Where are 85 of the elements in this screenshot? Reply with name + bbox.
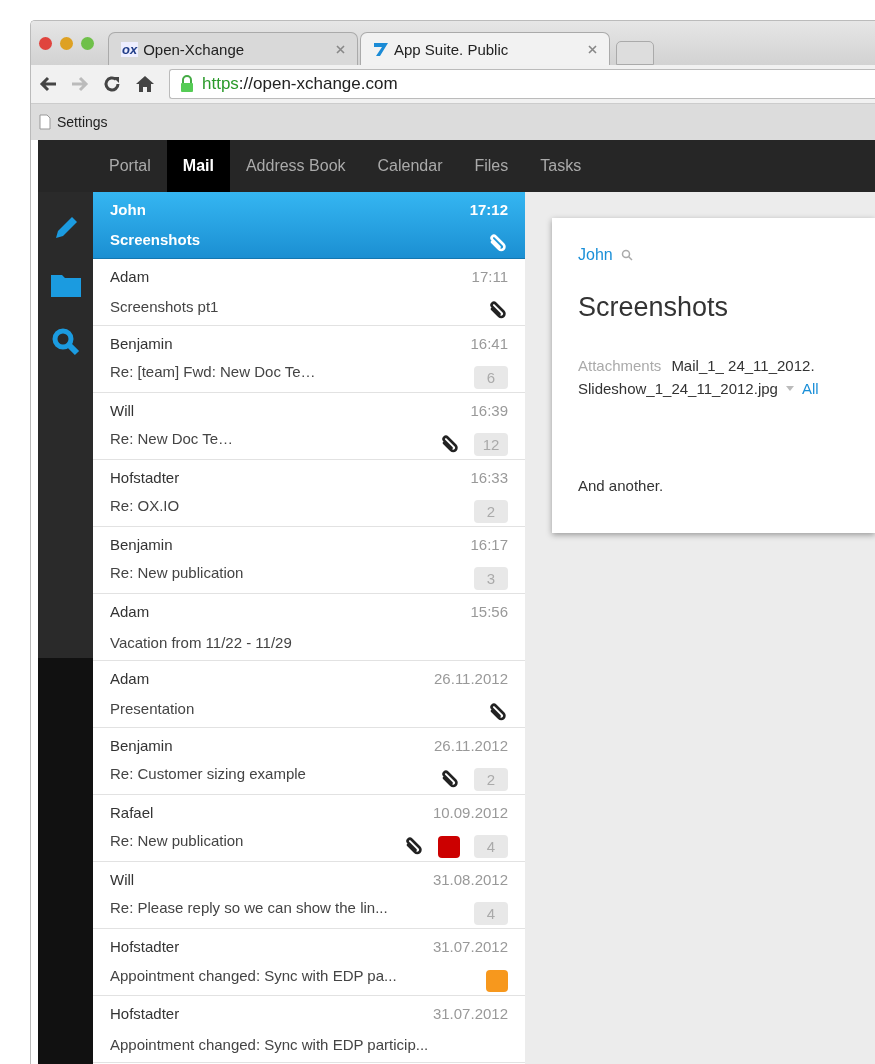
- mail-body-text: And another.: [578, 477, 665, 494]
- address-bar[interactable]: https://open-xchange.com: [169, 69, 875, 99]
- mail-subject: Re: New publication: [110, 564, 245, 583]
- padlock-icon: [180, 75, 194, 93]
- mail-subject: Re: New Doc Te…: [110, 430, 235, 449]
- site-logo: ox: [121, 41, 139, 57]
- zoom-window-icon[interactable]: [81, 36, 94, 50]
- search-icon[interactable]: [620, 249, 633, 261]
- sender-name: Adam: [110, 670, 151, 689]
- mail-time: 31.07.2012: [432, 1005, 508, 1024]
- mail-time: 16:33: [470, 469, 508, 488]
- sender-name: Hofstadter: [110, 1005, 181, 1024]
- site-logo-icon: [373, 41, 389, 57]
- mail-time: 26.11.2012: [434, 670, 508, 689]
- sender-name: Will: [110, 402, 136, 421]
- close-tab-icon[interactable]: [336, 44, 345, 54]
- thread-count: 12: [474, 433, 508, 456]
- close-window-icon[interactable]: [39, 36, 52, 50]
- home-icon[interactable]: [135, 75, 155, 93]
- mail-subject: Screenshots: [110, 230, 202, 250]
- mail-time: 26.11.2012: [434, 737, 508, 756]
- mail-time: 31.07.2012: [432, 938, 508, 957]
- thread-count: 4: [474, 835, 508, 858]
- minimize-window-icon[interactable]: [60, 36, 73, 50]
- mail-time: 10.09.2012: [431, 804, 508, 823]
- mail-subject: Re: [team] Fwd: New Doc Te…: [110, 363, 317, 382]
- app-nav-tab[interactable]: Files: [458, 140, 525, 192]
- thread-count: 2: [474, 500, 508, 523]
- app-nav-tab[interactable]: Tasks: [524, 140, 598, 192]
- mail-subject: Re: Customer sizing example: [110, 765, 307, 784]
- mail-time: 17:12: [469, 201, 508, 220]
- sender-name: Adam: [110, 268, 151, 287]
- attachments-label: Attachments: [578, 357, 662, 374]
- sender-name: Hofstadter: [110, 469, 181, 488]
- mail-time: 16:39: [469, 402, 508, 421]
- mail-time: 17:11: [471, 268, 508, 287]
- attachment-link[interactable]: Slideshow_1_24_11_2012.jpg: [578, 380, 778, 397]
- url-scheme: https: [202, 74, 239, 93]
- mail-subject-heading: Screenshots: [578, 292, 730, 323]
- dropdown-caret-icon[interactable]: [785, 386, 794, 391]
- sender-name: Benjamin: [110, 536, 174, 555]
- sender-link[interactable]: John: [578, 246, 613, 264]
- mail-subject: Appointment changed: Sync with EDP particip...: [110, 1036, 430, 1055]
- mail-subject: Vacation from 11/22 - 11/29: [110, 634, 293, 653]
- mail-subject: Presentation: [110, 699, 196, 719]
- sender-name: Benjamin: [110, 335, 174, 354]
- attachment-link[interactable]: Mail_1_ 24_11_2012.: [671, 357, 815, 374]
- forward-arrow-icon[interactable]: [71, 76, 89, 92]
- app-nav-tab[interactable]: Portal: [93, 140, 167, 192]
- folder-icon[interactable]: [49, 272, 82, 298]
- new-tab-button[interactable]: [616, 41, 654, 65]
- sender-name: Will: [110, 871, 136, 890]
- mail-subject: Re: OX.IO: [110, 497, 181, 516]
- browser-tab[interactable]: App Suite. Public: [360, 32, 610, 65]
- mail-subject: Re: Please reply so we can show the lin...: [110, 899, 389, 918]
- reload-icon[interactable]: [103, 75, 121, 93]
- thread-count: 2: [474, 768, 508, 791]
- bookmark-link[interactable]: Settings: [57, 114, 108, 130]
- mail-subject: Screenshots pt1: [110, 297, 220, 317]
- thread-count: 4: [474, 902, 508, 925]
- app-nav-tab[interactable]: Address Book: [229, 140, 362, 192]
- thread-count: 6: [474, 366, 508, 389]
- sender-name: Rafael: [110, 804, 155, 823]
- sender-name: Hofstadter: [110, 938, 181, 957]
- close-tab-icon[interactable]: [588, 44, 597, 54]
- tab-title: App Suite. Public: [394, 40, 510, 58]
- mail-time: 31.08.2012: [432, 871, 508, 890]
- tab-title: Open-Xchange: [143, 40, 246, 58]
- app-nav-tab[interactable]: Calendar: [361, 140, 459, 192]
- sender-name: John: [110, 201, 147, 220]
- back-arrow-icon[interactable]: [39, 76, 57, 92]
- sender-name: Adam: [110, 603, 151, 622]
- thread-count: 3: [474, 567, 508, 590]
- app-nav-tab[interactable]: Mail: [166, 140, 230, 192]
- url-text: ://open-xchange.com: [238, 74, 398, 93]
- browser-tab[interactable]: ox Open-Xchange: [108, 32, 358, 65]
- page-icon: [39, 114, 51, 130]
- sender-name: Benjamin: [110, 737, 174, 756]
- mail-time: 15:56: [470, 603, 508, 622]
- mail-subject: Re: New publication: [110, 832, 245, 851]
- mail-time: 16:17: [470, 536, 508, 555]
- mail-subject: Appointment changed: Sync with EDP pa...: [110, 966, 398, 986]
- search-icon[interactable]: [51, 328, 80, 356]
- mail-time: 16:41: [470, 335, 508, 354]
- all-attachments-link[interactable]: All: [801, 380, 819, 397]
